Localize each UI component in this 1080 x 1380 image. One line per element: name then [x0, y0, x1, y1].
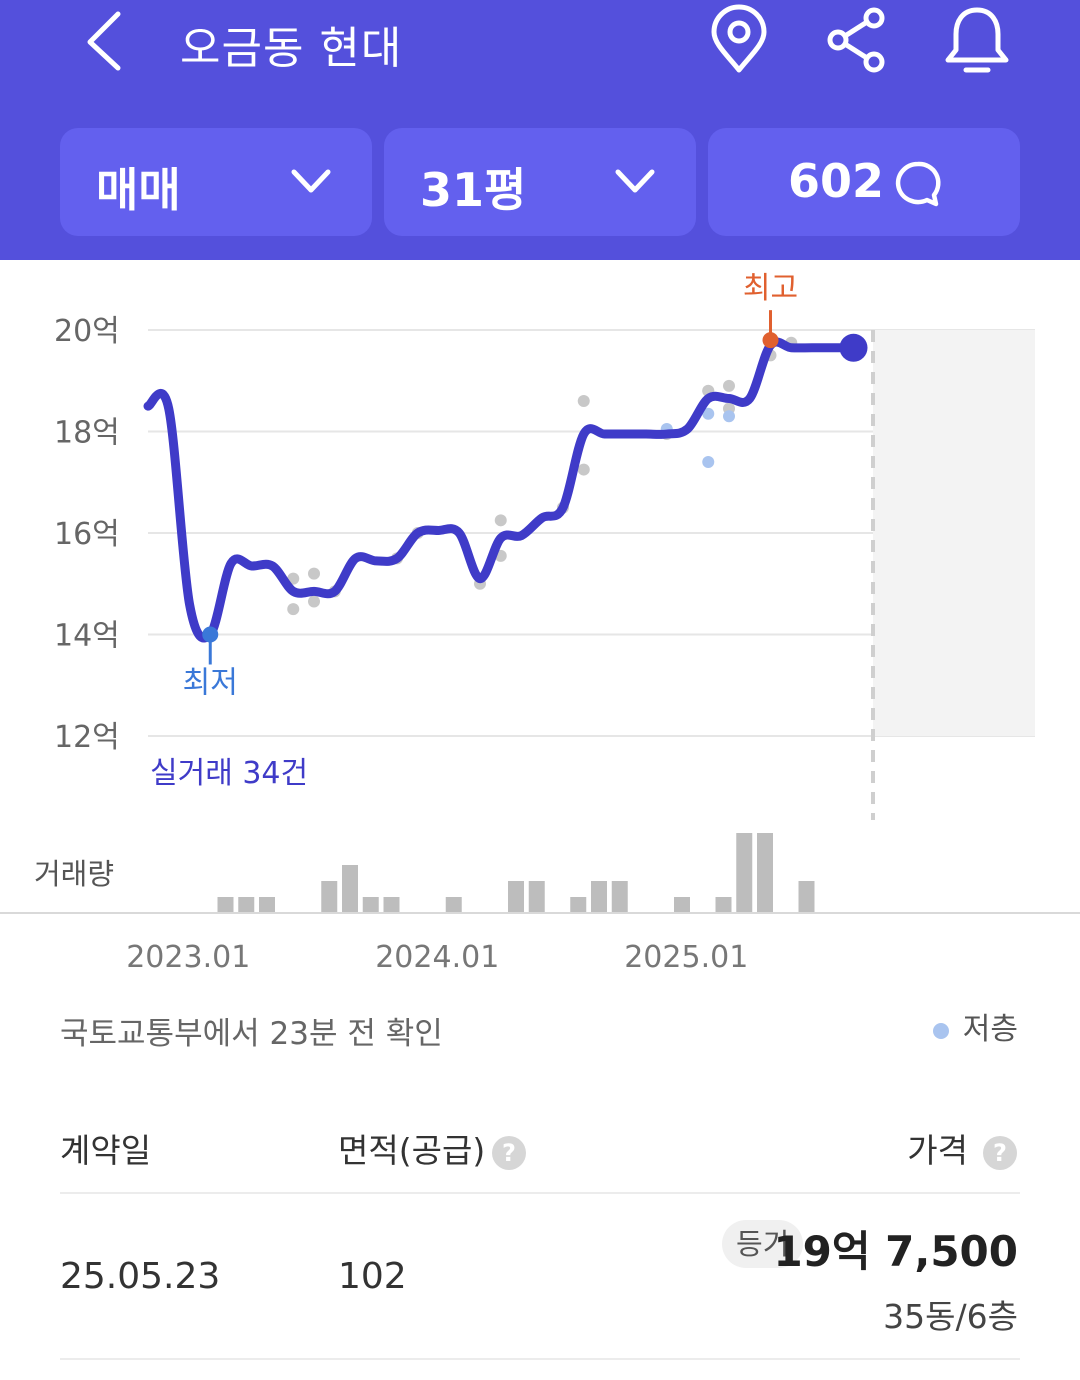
- trade-point: [723, 379, 735, 392]
- share-button[interactable]: [824, 4, 890, 76]
- comment-count: 602: [788, 154, 885, 208]
- volume-bar: [591, 881, 607, 913]
- y-tick-label: 16억: [54, 517, 120, 552]
- svg-text:?: ?: [993, 1139, 1007, 1167]
- trade-point: [494, 514, 507, 527]
- chart-baseline: [0, 912, 1080, 914]
- size-dropdown[interactable]: 31평: [384, 128, 696, 236]
- col-header-area: 면적(공급)?: [338, 1124, 527, 1172]
- y-tick-label: 18억: [54, 416, 120, 451]
- volume-bar: [342, 865, 358, 913]
- trade-count-label: 실거래 34건: [150, 756, 308, 791]
- row-date: 25.05.23: [60, 1256, 221, 1297]
- x-tick-label: 2025.01: [624, 940, 748, 975]
- high-marker-label: 최고: [743, 271, 798, 306]
- future-region: [873, 330, 1035, 736]
- help-icon[interactable]: ?: [491, 1135, 527, 1171]
- back-button[interactable]: [78, 6, 138, 72]
- volume-bar: [757, 833, 773, 913]
- volume-bar: [736, 833, 753, 913]
- chat-bubble-icon: [895, 161, 941, 207]
- legend-low-floor: 저층: [932, 1004, 1018, 1048]
- volume-label: 거래량: [34, 857, 114, 891]
- volume-bar: [321, 881, 338, 913]
- volume-bar: [674, 897, 690, 913]
- price-chart-svg[interactable]: 20억 18억 16억 14억 12억 최저 최고 실거래 34건 거래량 2023.01…: [0, 260, 1080, 980]
- location-button[interactable]: [706, 4, 772, 76]
- legend-low-floor-label: 저층: [962, 1012, 1018, 1047]
- chevron-down-icon: [291, 169, 331, 193]
- trade-point: [308, 595, 320, 608]
- low-floor-trade-point: [723, 410, 735, 423]
- bell-icon: [945, 7, 1009, 73]
- volume-bar: [383, 897, 400, 913]
- volume-bar: [508, 881, 524, 913]
- row-area: 102: [338, 1256, 407, 1297]
- trade-point: [308, 567, 320, 580]
- volume-bar: [362, 897, 379, 913]
- help-icon[interactable]: ?: [982, 1135, 1018, 1171]
- table-row-divider: [60, 1358, 1020, 1360]
- volume-bar: [798, 881, 815, 913]
- deal-type-label: 매매: [96, 163, 181, 217]
- page-title: 오금동 현대: [180, 23, 403, 74]
- source-text: 국토교통부에서 23분 전 확인: [60, 1016, 443, 1052]
- current-price-dot: [839, 333, 868, 362]
- volume-bar: [217, 897, 234, 913]
- trade-point: [577, 463, 590, 476]
- share-icon: [827, 7, 885, 73]
- deal-type-dropdown[interactable]: 매매: [60, 128, 372, 236]
- comments-button[interactable]: 602: [708, 128, 1020, 236]
- low-marker-label: 최저: [183, 666, 238, 701]
- low-floor-trade-point: [702, 455, 715, 468]
- volume-bar: [715, 897, 732, 913]
- size-label: 31평: [420, 163, 527, 217]
- high-marker-dot: [762, 332, 779, 349]
- y-tick-label: 12억: [54, 720, 120, 755]
- app-header: 오금동 현대 매매 31평 602: [0, 0, 1080, 260]
- location-pin-icon: [711, 4, 767, 73]
- notification-button[interactable]: [944, 4, 1010, 76]
- chevron-down-icon: [615, 169, 655, 193]
- volume-bar: [570, 897, 587, 913]
- trade-point: [577, 395, 590, 408]
- volume-bar: [445, 897, 462, 913]
- low-marker-dot: [202, 626, 219, 643]
- row-price: 19억 7,500: [773, 1227, 1018, 1276]
- volume-bar: [259, 897, 275, 913]
- x-tick-label: 2023.01: [126, 940, 250, 975]
- volume-bar: [528, 881, 545, 913]
- svg-text:?: ?: [502, 1139, 516, 1167]
- back-icon: [87, 11, 121, 71]
- y-tick-label: 14억: [54, 619, 120, 654]
- price-chart: 20억 18억 16억 14억 12억 최저 최고 실거래 34건 거래량 2023.01…: [0, 260, 1080, 980]
- row-unit: 35동/6층: [883, 1297, 1018, 1336]
- price-trend-line: [143, 337, 858, 643]
- y-tick-label: 20억: [54, 314, 120, 349]
- volume-bar: [238, 897, 255, 913]
- table-header-divider: [60, 1192, 1020, 1194]
- col-header-price: 가격?: [907, 1124, 1018, 1172]
- trade-point: [287, 603, 300, 616]
- col-header-price-label: 가격: [907, 1131, 968, 1170]
- low-floor-dot: [932, 1022, 949, 1039]
- col-header-date: 계약일: [60, 1131, 152, 1170]
- x-tick-label: 2024.01: [375, 940, 499, 975]
- col-header-area-label: 면적(공급): [338, 1131, 486, 1170]
- volume-bar: [611, 881, 628, 913]
